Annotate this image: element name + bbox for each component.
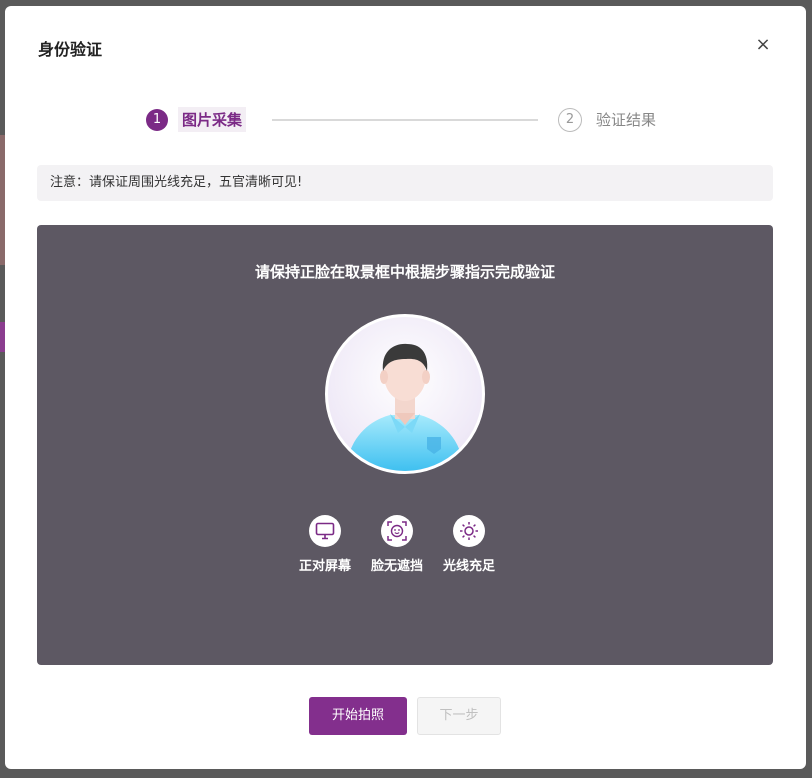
face-placeholder-avatar: [325, 314, 485, 474]
sun-icon: [453, 515, 485, 547]
close-icon[interactable]: ×: [754, 36, 772, 54]
notice-banner: 注意：请保证周围光线充足，五官清晰可见!: [37, 165, 773, 201]
next-step-button[interactable]: 下一步: [417, 697, 501, 735]
steps-indicator: 1 图片采集 2 验证结果: [146, 107, 666, 135]
tip-face-screen: 正对屏幕: [289, 515, 361, 574]
step-connector: [272, 119, 538, 121]
identity-verification-dialog: 身份验证 × 1 图片采集 2 验证结果 注意：请保证周围光线充足，五官清晰可见…: [5, 6, 806, 769]
dialog-title: 身份验证: [38, 40, 103, 59]
monitor-icon: [309, 515, 341, 547]
step-image-capture: 1 图片采集: [146, 107, 247, 132]
step-verification-result: 2 验证结果: [558, 107, 660, 132]
tip-label: 光线充足: [442, 559, 495, 574]
tip-label: 正对屏幕: [298, 559, 351, 574]
capture-instruction: 请保持正脸在取景框中根据步骤指示完成验证: [254, 263, 555, 281]
tip-enough-light: 光线充足: [433, 515, 505, 574]
step-number: 1: [146, 108, 168, 131]
face-scan-icon: [381, 515, 413, 547]
person-illustration-icon: [346, 343, 464, 471]
capture-panel: 请保持正脸在取景框中根据步骤指示完成验证 正对屏幕 脸无遮挡 光线充足: [37, 225, 773, 665]
capture-tips: 正对屏幕 脸无遮挡 光线充足: [289, 515, 521, 575]
tip-face-unobstructed: 脸无遮挡: [361, 515, 433, 574]
step-label: 图片采集: [178, 107, 247, 132]
step-label: 验证结果: [596, 111, 657, 129]
tip-label: 脸无遮挡: [370, 559, 423, 574]
start-photo-button[interactable]: 开始拍照: [309, 697, 407, 735]
step-number: 2: [558, 107, 582, 132]
